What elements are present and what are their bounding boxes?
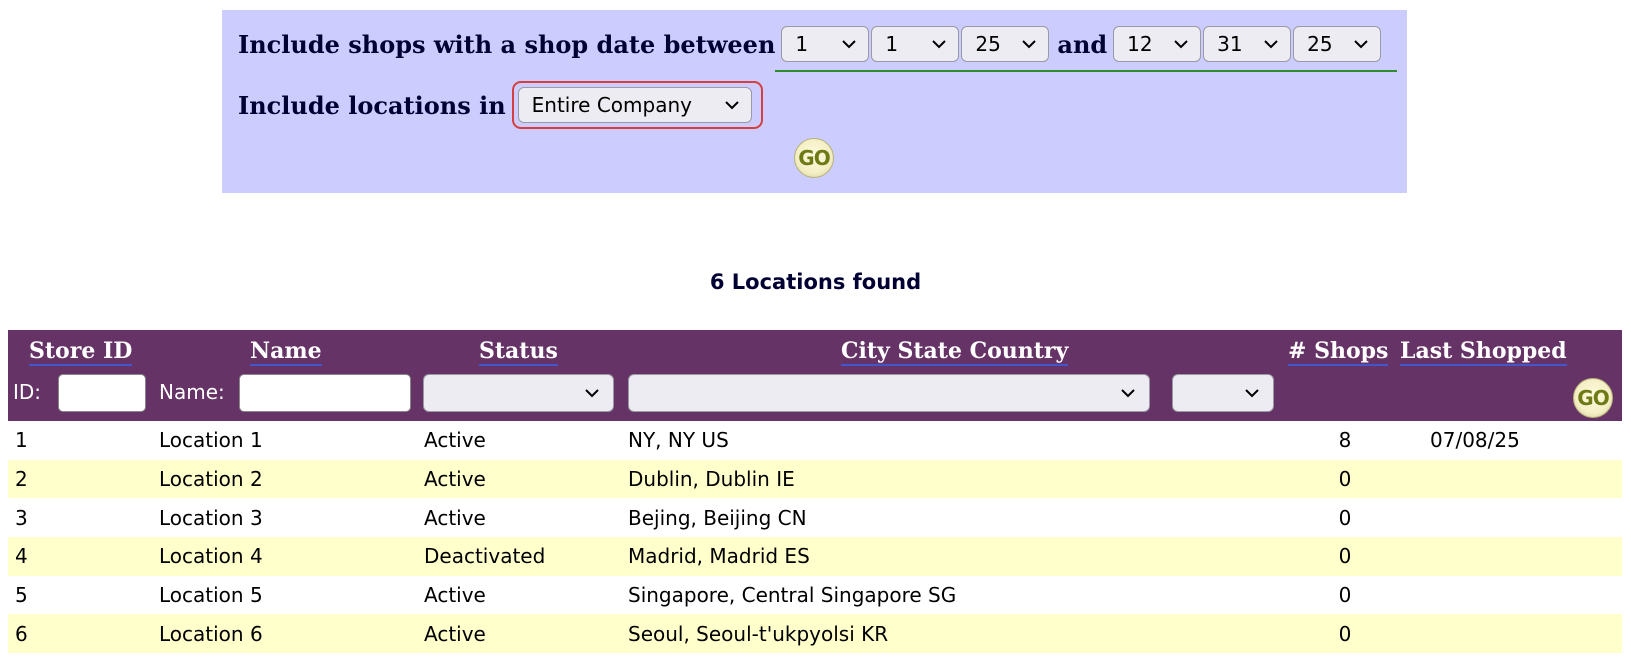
name-cell: Location 5 bbox=[159, 583, 263, 608]
city-cell: Dublin, Dublin IE bbox=[628, 467, 795, 492]
locations-label: Include locations in bbox=[238, 90, 506, 120]
city-cell: Seoul, Seoul-t'ukpyolsi KR bbox=[628, 621, 889, 646]
store-id-cell: 1 bbox=[15, 428, 28, 453]
status-cell: Active bbox=[424, 505, 486, 530]
locations-select-value: Entire Company bbox=[531, 93, 692, 117]
name-cell: Location 6 bbox=[159, 621, 263, 646]
locations-row: Include locations in Entire Company bbox=[238, 81, 763, 129]
chevron-down-icon bbox=[1245, 388, 1259, 398]
shops-cell: 0 bbox=[1338, 583, 1352, 608]
city-cell: Singapore, Central Singapore SG bbox=[628, 583, 957, 608]
table-row[interactable]: 1 Location 1 Active NY, NY US 8 07/08/25 bbox=[8, 421, 1622, 460]
start-day-value: 1 bbox=[885, 32, 899, 56]
shops-cell: 0 bbox=[1338, 621, 1352, 646]
name-cell: Location 4 bbox=[159, 544, 263, 569]
table-row[interactable]: 4 Location 4 Deactivated Madrid, Madrid … bbox=[8, 537, 1622, 576]
shops-cell: 0 bbox=[1338, 467, 1352, 492]
sort-city-link[interactable]: City State Country bbox=[841, 338, 1069, 366]
last-shopped-cell: 07/08/25 bbox=[1430, 428, 1520, 453]
start-month-select[interactable]: 1 bbox=[781, 26, 870, 62]
status-cell: Active bbox=[424, 467, 486, 492]
date-range-row: Include shops with a shop date between 1… bbox=[238, 26, 1398, 72]
chevron-down-icon bbox=[1022, 39, 1037, 49]
start-day-select[interactable]: 1 bbox=[871, 26, 960, 62]
shops-cell: 0 bbox=[1338, 544, 1352, 569]
sort-name-link[interactable]: Name bbox=[250, 338, 322, 366]
chevron-down-icon bbox=[1354, 39, 1368, 49]
sort-shops-link[interactable]: # Shops bbox=[1288, 338, 1389, 366]
chevron-down-icon bbox=[932, 39, 947, 49]
sort-store-id-link[interactable]: Store ID bbox=[29, 338, 133, 366]
sort-last-shopped-link[interactable]: Last Shopped bbox=[1400, 338, 1567, 366]
table-row[interactable]: 2 Location 2 Active Dublin, Dublin IE 0 bbox=[8, 459, 1622, 499]
id-filter-label: ID: bbox=[13, 380, 42, 404]
store-id-cell: 2 bbox=[15, 467, 28, 492]
table-row[interactable]: 3 Location 3 Active Bejing, Beijing CN 0 bbox=[8, 498, 1622, 537]
end-day-select[interactable]: 31 bbox=[1203, 26, 1292, 62]
start-year-value: 25 bbox=[975, 32, 1001, 56]
chevron-down-icon bbox=[1264, 39, 1278, 49]
chevron-down-icon bbox=[1121, 388, 1135, 398]
results-count: 6 Locations found bbox=[709, 270, 922, 294]
status-cell: Active bbox=[424, 621, 486, 646]
locations-select-highlight: Entire Company bbox=[511, 81, 763, 129]
table-header: Store ID Name Status City State Country … bbox=[8, 330, 1622, 421]
chevron-down-icon bbox=[724, 100, 739, 110]
shops-cell: 0 bbox=[1338, 505, 1352, 530]
shop-date-label: Include shops with a shop date between bbox=[238, 29, 776, 59]
city-cell: Bejing, Beijing CN bbox=[628, 505, 807, 530]
end-month-select[interactable]: 12 bbox=[1113, 26, 1202, 62]
store-id-cell: 4 bbox=[15, 544, 28, 569]
name-cell: Location 3 bbox=[159, 505, 263, 530]
date-range-selects: 1 1 25 and 12 31 25 bbox=[775, 26, 1398, 72]
status-cell: Active bbox=[424, 583, 486, 608]
start-year-select[interactable]: 25 bbox=[961, 26, 1050, 62]
end-year-value: 25 bbox=[1307, 32, 1333, 56]
store-id-cell: 5 bbox=[15, 583, 28, 608]
name-filter-label: Name: bbox=[159, 380, 225, 404]
go-button[interactable]: GO bbox=[794, 138, 834, 178]
locations-select[interactable]: Entire Company bbox=[517, 87, 752, 123]
status-filter-select[interactable] bbox=[423, 374, 614, 412]
name-cell: Location 2 bbox=[159, 467, 263, 492]
chevron-down-icon bbox=[585, 388, 599, 398]
grid-go-button-label: GO bbox=[1577, 386, 1609, 410]
name-cell: Location 1 bbox=[159, 428, 263, 453]
status-cell: Deactivated bbox=[424, 544, 546, 569]
store-id-cell: 6 bbox=[15, 621, 28, 646]
city-filter-select[interactable] bbox=[628, 374, 1150, 412]
name-filter-input[interactable] bbox=[239, 374, 411, 412]
date-range-underline bbox=[775, 70, 1398, 72]
chevron-down-icon bbox=[1174, 39, 1188, 49]
table-row[interactable]: 5 Location 5 Active Singapore, Central S… bbox=[8, 576, 1622, 615]
chevron-down-icon bbox=[842, 39, 857, 49]
city-cell: Madrid, Madrid ES bbox=[628, 544, 810, 569]
country-filter-select[interactable] bbox=[1172, 374, 1274, 412]
start-month-value: 1 bbox=[795, 32, 809, 56]
go-button-label: GO bbox=[798, 146, 830, 170]
shops-cell: 8 bbox=[1338, 428, 1352, 453]
city-cell: NY, NY US bbox=[628, 428, 729, 453]
shop-filter-panel: Include shops with a shop date between 1… bbox=[222, 10, 1407, 193]
end-day-value: 31 bbox=[1217, 32, 1243, 56]
end-month-value: 12 bbox=[1127, 32, 1153, 56]
store-id-cell: 3 bbox=[15, 505, 28, 530]
end-year-select[interactable]: 25 bbox=[1293, 26, 1382, 62]
id-filter-input[interactable] bbox=[58, 374, 146, 412]
and-label: and bbox=[1057, 29, 1108, 59]
locations-table: Store ID Name Status City State Country … bbox=[8, 330, 1622, 654]
grid-go-button[interactable]: GO bbox=[1573, 378, 1613, 418]
status-cell: Active bbox=[424, 428, 486, 453]
table-row[interactable]: 6 Location 6 Active Seoul, Seoul-t'ukpyo… bbox=[8, 614, 1622, 654]
sort-status-link[interactable]: Status bbox=[479, 338, 558, 366]
